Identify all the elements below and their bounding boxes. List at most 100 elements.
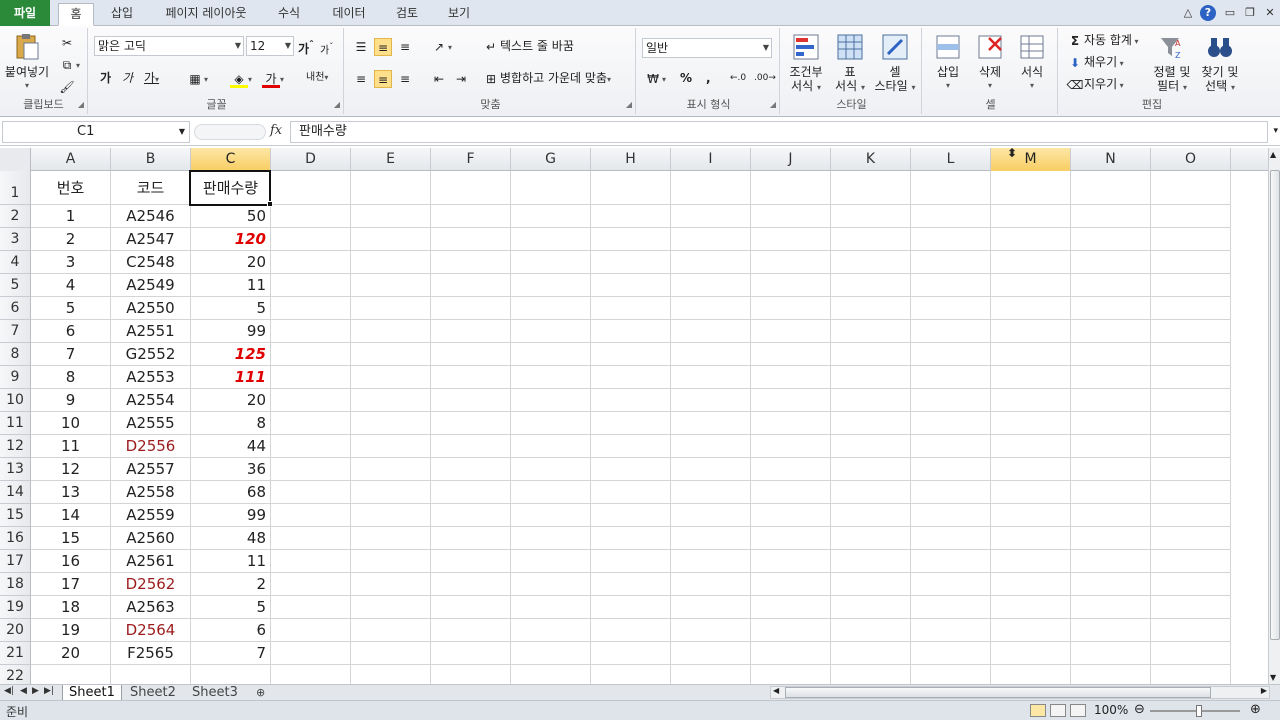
next-sheet-icon[interactable]: ▶ — [32, 686, 39, 696]
scroll-up-icon[interactable]: ▲ — [1270, 150, 1276, 159]
row-header-3[interactable]: 3 — [0, 228, 31, 251]
number-cell[interactable]: 9 — [31, 389, 110, 412]
number-cell[interactable]: 1 — [31, 205, 110, 228]
sheet-tab-2[interactable]: Sheet2 — [124, 685, 182, 701]
row-header-8[interactable]: 8 — [0, 343, 31, 366]
delete-cells-button[interactable]: 삭제 ▾ — [968, 32, 1012, 93]
sales-qty-cell[interactable]: 50 — [191, 205, 270, 228]
row-header-7[interactable]: 7 — [0, 320, 31, 343]
ribbon-minimize-icon[interactable]: △ — [1180, 5, 1196, 21]
horizontal-scrollbar[interactable]: ◀ ▶ — [770, 686, 1270, 699]
prev-sheet-icon[interactable]: ◀ — [20, 686, 27, 696]
header-cell-number[interactable]: 번호 — [31, 171, 110, 205]
sales-qty-cell[interactable]: 48 — [191, 527, 270, 550]
paste-dropdown-icon[interactable]: ▾ — [2, 79, 52, 93]
code-cell[interactable]: A2547 — [111, 228, 190, 251]
help-icon[interactable]: ? — [1200, 5, 1216, 21]
code-cell[interactable]: A2551 — [111, 320, 190, 343]
zoom-level[interactable]: 100% — [1094, 703, 1128, 717]
number-cell[interactable]: 18 — [31, 596, 110, 619]
align-right-button[interactable]: ≡ — [396, 68, 414, 88]
number-launcher-icon[interactable]: ◢ — [770, 100, 776, 109]
column-header-a[interactable]: A — [31, 148, 111, 171]
copy-button[interactable]: ⧉ ▾ — [58, 54, 80, 74]
code-cell[interactable]: A2559 — [111, 504, 190, 527]
row-header-16[interactable]: 16 — [0, 527, 31, 550]
row-header-14[interactable]: 14 — [0, 481, 31, 504]
code-cell[interactable]: C2548 — [111, 251, 190, 274]
align-left-button[interactable]: ≡ — [352, 68, 370, 88]
find-select-button[interactable]: 찾기 및 선택 ▾ — [1196, 32, 1244, 95]
row-header-15[interactable]: 15 — [0, 504, 31, 527]
tab-insert[interactable]: 삽입 — [108, 3, 136, 26]
sales-qty-cell[interactable]: 99 — [191, 504, 270, 527]
grow-font-button[interactable]: 가ˆ — [298, 36, 314, 56]
row-header-10[interactable]: 10 — [0, 389, 31, 412]
wrap-text-button[interactable]: ↵ 텍스트 줄 바꿈 — [482, 36, 574, 56]
normal-view-icon[interactable] — [1030, 704, 1046, 717]
name-box[interactable]: C1 ▼ — [2, 121, 190, 143]
row-header-2[interactable]: 2 — [0, 205, 31, 228]
sales-qty-cell[interactable]: 20 — [191, 251, 270, 274]
merge-center-button[interactable]: ⊞ 병합하고 가운데 맞춤▾ — [482, 68, 611, 88]
sales-qty-cell[interactable]: 11 — [191, 550, 270, 573]
row-header-9[interactable]: 9 — [0, 366, 31, 389]
increase-indent-button[interactable]: ⇥ — [452, 68, 470, 88]
tab-home[interactable]: 홈 — [58, 3, 94, 26]
tab-page-layout[interactable]: 페이지 레이아웃 — [160, 3, 252, 26]
number-cell[interactable]: 7 — [31, 343, 110, 366]
comma-button[interactable]: , — [706, 68, 711, 88]
code-cell[interactable]: A2557 — [111, 458, 190, 481]
align-bottom-button[interactable]: ≡ — [396, 36, 414, 56]
column-header-e[interactable]: E — [351, 148, 431, 171]
sales-qty-cell[interactable]: 120 — [191, 228, 270, 251]
column-header-m[interactable]: M — [991, 148, 1071, 171]
number-cell[interactable]: 6 — [31, 320, 110, 343]
number-cell[interactable]: 3 — [31, 251, 110, 274]
page-break-view-icon[interactable] — [1070, 704, 1086, 717]
number-cell[interactable]: 4 — [31, 274, 110, 297]
format-cells-dropdown-icon[interactable]: ▾ — [1010, 79, 1054, 93]
select-all-corner[interactable] — [0, 148, 31, 171]
code-cell[interactable]: G2552 — [111, 343, 190, 366]
orientation-button[interactable]: ↗ ▾ — [430, 36, 452, 56]
insert-cells-dropdown-icon[interactable]: ▾ — [926, 79, 970, 93]
code-cell[interactable]: A2549 — [111, 274, 190, 297]
last-sheet-icon[interactable]: ▶| — [44, 686, 54, 696]
tab-file[interactable]: 파일 — [0, 0, 50, 26]
row-header-18[interactable]: 18 — [0, 573, 31, 596]
active-cell-c1[interactable] — [189, 170, 271, 206]
sales-qty-cell[interactable]: 8 — [191, 412, 270, 435]
number-cell[interactable]: 20 — [31, 642, 110, 665]
code-cell[interactable]: A2558 — [111, 481, 190, 504]
scroll-right-icon[interactable]: ▶ — [1261, 686, 1267, 695]
font-color-button[interactable]: 가 ▾ — [262, 68, 284, 88]
sales-qty-cell[interactable]: 6 — [191, 619, 270, 642]
code-cell[interactable]: A2563 — [111, 596, 190, 619]
sales-qty-cell[interactable]: 7 — [191, 642, 270, 665]
sales-qty-cell[interactable]: 5 — [191, 297, 270, 320]
number-cell[interactable]: 10 — [31, 412, 110, 435]
bold-button[interactable]: 가 — [100, 68, 111, 88]
code-cell[interactable]: A2561 — [111, 550, 190, 573]
fill-color-button[interactable]: ◈ ▾ — [230, 68, 252, 88]
shrink-font-button[interactable]: 가ˇ — [320, 36, 333, 56]
column-header-l[interactable]: L — [911, 148, 991, 171]
sheet-tab-3[interactable]: Sheet3 — [186, 685, 244, 701]
row-header-19[interactable]: 19 — [0, 596, 31, 619]
sheet-tab-1[interactable]: Sheet1 — [62, 685, 122, 701]
horizontal-scroll-thumb[interactable] — [785, 687, 1211, 698]
row-header-4[interactable]: 4 — [0, 251, 31, 274]
code-cell[interactable]: A2554 — [111, 389, 190, 412]
window-restore-icon[interactable]: ❐ — [1242, 5, 1258, 21]
tab-formulas[interactable]: 수식 — [274, 3, 304, 26]
number-cell[interactable]: 17 — [31, 573, 110, 596]
conditional-format-button[interactable]: 조건부 서식 ▾ — [784, 32, 828, 95]
code-cell[interactable]: A2560 — [111, 527, 190, 550]
vertical-scroll-thumb[interactable] — [1270, 170, 1280, 640]
decrease-decimal-button[interactable]: .00→ — [754, 68, 776, 88]
number-cell[interactable]: 2 — [31, 228, 110, 251]
sales-qty-cell[interactable]: 125 — [191, 343, 270, 366]
insert-cells-button[interactable]: 삽입 ▾ — [926, 32, 970, 93]
code-cell[interactable]: A2553 — [111, 366, 190, 389]
